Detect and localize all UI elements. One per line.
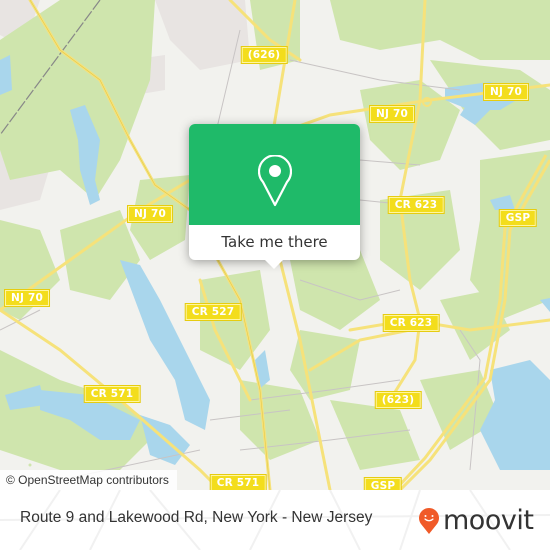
- road-label: NJ 70: [4, 289, 50, 307]
- road-label: CR 623: [387, 196, 445, 214]
- road-label: CR 527: [184, 303, 242, 321]
- route-title: Route 9 and Lakewood Rd, New York - New …: [20, 509, 373, 526]
- moovit-pin-icon: [419, 508, 439, 534]
- road-label: NJ 70: [483, 83, 529, 101]
- road-label: CR 623: [382, 314, 440, 332]
- road-label: GSP: [363, 477, 403, 490]
- road-label: (623): [374, 391, 422, 409]
- road-label: GSP: [498, 209, 538, 227]
- road-label: (626): [240, 46, 288, 64]
- road-label: NJ 70: [127, 205, 173, 223]
- location-pin-icon: [258, 155, 292, 207]
- take-me-there-button[interactable]: Take me there: [189, 225, 360, 260]
- footer-bar: Route 9 and Lakewood Rd, New York - New …: [0, 490, 550, 550]
- moovit-logo[interactable]: moovit: [418, 504, 534, 538]
- moovit-wordmark: moovit: [443, 505, 534, 536]
- road-label: CR 571: [83, 385, 141, 403]
- map-view[interactable]: (626) NJ 70 NJ 70 NJ 70 NJ 70 CR 623 GSP…: [0, 0, 550, 490]
- road-label: CR 571: [209, 474, 267, 490]
- map-attribution[interactable]: © OpenStreetMap contributors: [0, 470, 177, 490]
- location-popup: Take me there: [189, 124, 360, 269]
- popup-pointer: [265, 260, 283, 269]
- popup-header: [189, 124, 360, 225]
- road-label: NJ 70: [369, 105, 415, 123]
